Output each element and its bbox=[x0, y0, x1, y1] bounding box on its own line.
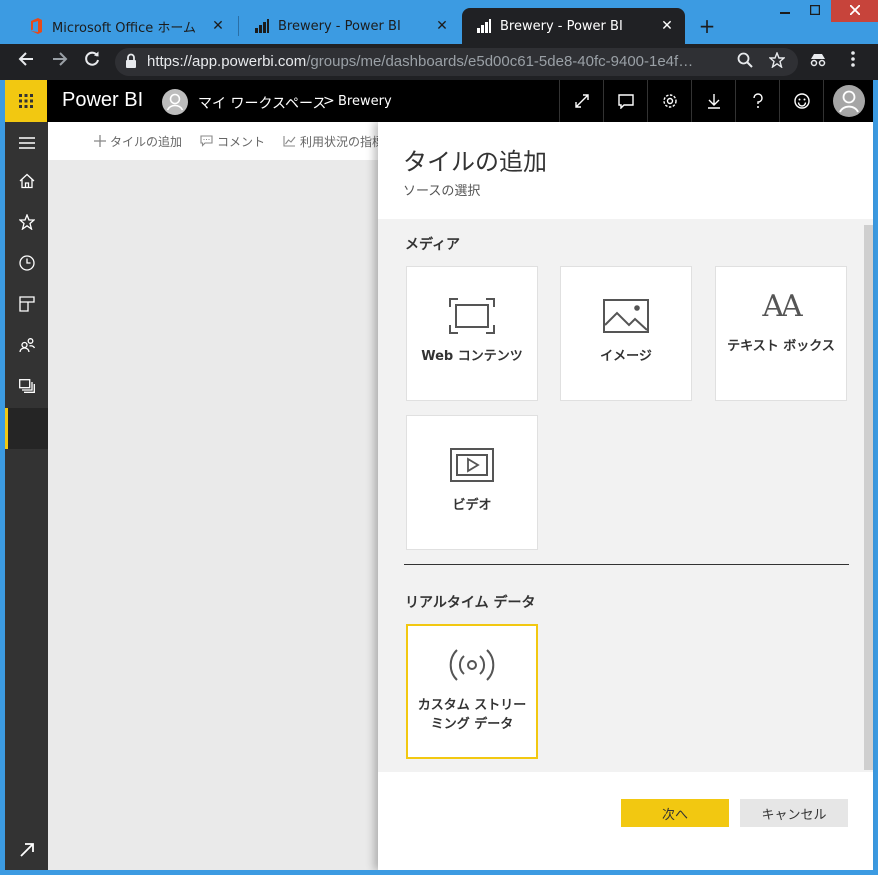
browser-tab-powerbi-active[interactable]: Brewery - Power BI ✕ bbox=[462, 8, 685, 44]
scrollbar[interactable] bbox=[864, 225, 873, 770]
web-content-icon bbox=[449, 295, 495, 337]
close-icon[interactable]: ✕ bbox=[659, 18, 675, 34]
hamburger-menu-icon[interactable] bbox=[5, 122, 48, 163]
new-tab-button[interactable]: + bbox=[695, 14, 719, 38]
realtime-section-heading: リアルタイム データ bbox=[405, 595, 536, 611]
workspace-avatar bbox=[162, 89, 188, 115]
powerbi-icon bbox=[476, 18, 492, 34]
dashboard-toolbar: タイルの追加 コメント 利用状況の指標 bbox=[48, 122, 384, 160]
maximize-icon[interactable] bbox=[800, 0, 830, 22]
browser-tab-powerbi[interactable]: Brewery - Power BI ✕ bbox=[240, 8, 460, 44]
url-path: /groups/me/dashboards/e5d00c61-5de8-40fc… bbox=[306, 53, 694, 70]
home-icon[interactable] bbox=[5, 160, 48, 201]
breadcrumb-dashboard: Brewery bbox=[338, 94, 392, 109]
dashboard-canvas: タイルの追加 コメント 利用状況の指標 bbox=[48, 122, 384, 870]
fullscreen-icon[interactable] bbox=[559, 80, 603, 122]
panel-title: タイルの追加 bbox=[403, 148, 547, 176]
next-button[interactable]: 次へ bbox=[621, 799, 729, 827]
forward-icon[interactable] bbox=[48, 50, 72, 74]
close-icon[interactable]: ✕ bbox=[210, 18, 226, 34]
minimize-icon[interactable] bbox=[770, 0, 800, 22]
image-icon bbox=[603, 295, 649, 337]
cancel-button[interactable]: キャンセル bbox=[740, 799, 848, 827]
powerbi-header: Power BI マイ ワークスペース > Brewery bbox=[5, 80, 873, 122]
tile-label: イメージ bbox=[600, 349, 652, 364]
shared-with-me-icon[interactable] bbox=[5, 324, 48, 365]
video-icon bbox=[450, 444, 494, 486]
close-icon[interactable]: ✕ bbox=[434, 18, 450, 34]
user-avatar[interactable] bbox=[823, 80, 873, 122]
tile-custom-streaming-data[interactable]: カスタム ストリーミング データ bbox=[406, 624, 538, 759]
breadcrumb-separator: > bbox=[323, 93, 335, 109]
comment-button[interactable]: コメント bbox=[200, 133, 265, 150]
text-icon-glyph: AA bbox=[762, 288, 802, 324]
powerbi-icon bbox=[254, 18, 270, 34]
tab-title: Brewery - Power BI bbox=[278, 18, 401, 34]
window-frame-bottom bbox=[0, 870, 878, 875]
tile-label: カスタム ストリーミング データ bbox=[417, 698, 527, 732]
tab-divider bbox=[238, 16, 239, 36]
breadcrumb-workspace[interactable]: マイ ワークスペース bbox=[198, 93, 326, 113]
comment-icon bbox=[200, 135, 213, 147]
tile-web-content[interactable]: Web コンテンツ bbox=[406, 266, 538, 401]
help-icon[interactable] bbox=[735, 80, 779, 122]
recent-clock-icon[interactable] bbox=[5, 242, 48, 283]
reload-icon[interactable] bbox=[80, 50, 104, 74]
office-icon bbox=[28, 18, 44, 34]
more-menu-icon[interactable] bbox=[841, 50, 865, 74]
url-field[interactable]: https://app.powerbi.com/groups/me/dashbo… bbox=[115, 48, 798, 76]
add-tile-panel: タイルの追加 ソースの選択 メディア Web コンテンツ イメージ AA テキス… bbox=[378, 122, 873, 870]
lock-icon bbox=[125, 53, 139, 71]
panel-subtitle: ソースの選択 bbox=[403, 184, 481, 199]
address-bar: https://app.powerbi.com/groups/me/dashbo… bbox=[0, 44, 878, 80]
browser-tab-office[interactable]: Microsoft Office ホーム ✕ bbox=[14, 8, 236, 44]
text-box-icon: AA bbox=[762, 285, 802, 327]
streaming-icon bbox=[449, 644, 495, 686]
zoom-search-icon[interactable] bbox=[735, 52, 755, 72]
tile-text-box[interactable]: AA テキスト ボックス bbox=[715, 266, 847, 401]
source-selection-area: メディア Web コンテンツ イメージ AA テキスト ボックス ビデオ リアル… bbox=[378, 219, 873, 772]
avatar bbox=[832, 85, 865, 117]
tile-label: ビデオ bbox=[452, 498, 492, 513]
incognito-icon[interactable] bbox=[806, 50, 830, 74]
app-launcher-icon[interactable] bbox=[5, 80, 47, 122]
download-icon[interactable] bbox=[691, 80, 735, 122]
url-host: https://app.powerbi.com bbox=[147, 53, 307, 70]
tile-label: テキスト ボックス bbox=[727, 339, 835, 354]
back-icon[interactable] bbox=[14, 50, 38, 74]
tile-video[interactable]: ビデオ bbox=[406, 415, 538, 550]
comment-label: コメント bbox=[217, 134, 266, 149]
window-close-icon[interactable] bbox=[831, 0, 878, 22]
current-workspace-item[interactable] bbox=[5, 408, 48, 449]
tab-title: Brewery - Power BI bbox=[500, 18, 623, 34]
apps-icon[interactable] bbox=[5, 283, 48, 324]
add-tile-button[interactable]: タイルの追加 bbox=[94, 133, 182, 150]
url-text: https://app.powerbi.com/groups/me/dashbo… bbox=[147, 53, 717, 70]
tile-label: Web コンテンツ bbox=[421, 349, 523, 364]
section-divider bbox=[404, 564, 849, 565]
gear-icon[interactable] bbox=[647, 80, 691, 122]
favorites-star-icon[interactable] bbox=[5, 201, 48, 242]
usage-chart-icon bbox=[283, 136, 296, 147]
add-tile-label: タイルの追加 bbox=[110, 134, 183, 149]
comment-header-icon[interactable] bbox=[603, 80, 647, 122]
left-nav bbox=[5, 122, 48, 870]
usage-metrics-label: 利用状況の指標 bbox=[300, 134, 385, 149]
media-section-heading: メディア bbox=[405, 237, 461, 253]
tile-image[interactable]: イメージ bbox=[560, 266, 692, 401]
usage-metrics-button[interactable]: 利用状況の指標 bbox=[283, 133, 384, 150]
plus-icon bbox=[94, 135, 106, 147]
expand-arrow-icon[interactable] bbox=[5, 829, 48, 870]
feedback-smiley-icon[interactable] bbox=[779, 80, 823, 122]
tab-title: Microsoft Office ホーム bbox=[52, 20, 196, 36]
workspaces-icon[interactable] bbox=[5, 365, 48, 406]
app-title[interactable]: Power BI bbox=[62, 89, 143, 112]
browser-tab-strip: Microsoft Office ホーム ✕ Brewery - Power B… bbox=[0, 0, 878, 44]
bookmark-star-icon[interactable] bbox=[767, 51, 787, 72]
